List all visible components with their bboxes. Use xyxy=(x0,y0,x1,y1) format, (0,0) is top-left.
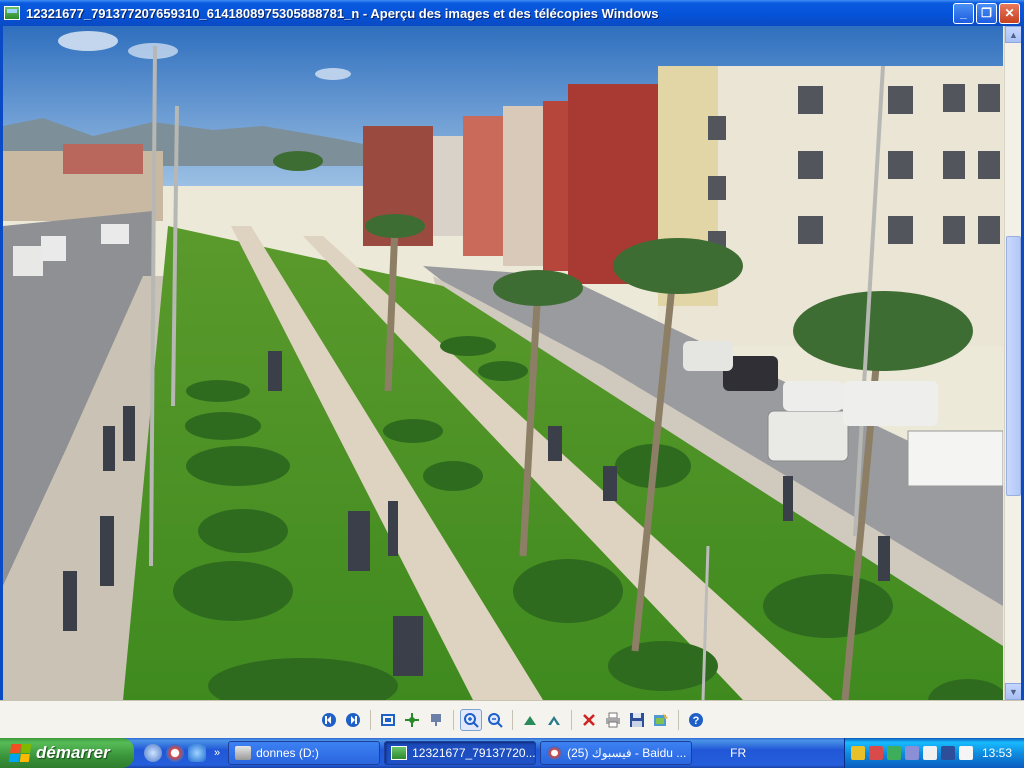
image-viewer-icon xyxy=(4,6,20,20)
clock[interactable]: 13:53 xyxy=(982,746,1012,760)
connection-icon[interactable] xyxy=(887,746,901,760)
best-fit-icon xyxy=(380,713,395,726)
zoom-in-icon xyxy=(463,712,479,728)
actual-size-button[interactable] xyxy=(401,709,423,731)
image-viewer-icon xyxy=(391,746,408,760)
zoom-in-button[interactable] xyxy=(459,708,482,731)
slideshow-icon xyxy=(430,713,441,726)
zoom-out-icon xyxy=(487,712,503,728)
scroll-down-button[interactable]: ▼ xyxy=(1005,683,1022,700)
edit-icon xyxy=(653,712,668,726)
language-indicator[interactable]: FR xyxy=(730,746,746,760)
maximize-button[interactable]: ❐ xyxy=(976,2,997,24)
help-button[interactable]: ? xyxy=(685,709,707,731)
close-button[interactable]: ✕ xyxy=(999,2,1020,24)
best-fit-button[interactable] xyxy=(377,709,399,731)
image-viewport[interactable] xyxy=(3,26,1003,700)
network-icon[interactable] xyxy=(869,746,883,760)
task-label: donnes (D:) xyxy=(256,746,319,760)
rotate-counterclockwise-button[interactable] xyxy=(543,709,565,731)
scroll-up-button[interactable]: ▲ xyxy=(1005,26,1022,43)
drive-icon xyxy=(235,746,252,760)
previous-icon xyxy=(321,712,336,727)
start-button[interactable]: démarrer xyxy=(0,738,134,768)
help-icon: ? xyxy=(688,712,703,727)
window-title: 12321677_791377207659310_614180897530588… xyxy=(26,5,659,21)
street-photo xyxy=(3,26,1003,700)
browser-icon[interactable] xyxy=(166,744,184,762)
toolbar-separator xyxy=(511,709,513,730)
svg-text:?: ? xyxy=(692,715,699,727)
browser-icon xyxy=(547,746,563,760)
print-button[interactable] xyxy=(602,709,624,731)
next-image-button[interactable] xyxy=(342,709,364,731)
edit-button[interactable] xyxy=(650,709,672,731)
taskbar: démarrer » donnes (D:) 12321677_79137720… xyxy=(0,738,1024,768)
previous-image-button[interactable] xyxy=(318,709,340,731)
antivirus-icon[interactable] xyxy=(905,746,919,760)
toolbar-separator xyxy=(369,709,371,730)
viewer-toolbar: ? xyxy=(0,700,1024,738)
display-icon[interactable] xyxy=(941,746,955,760)
slideshow-button[interactable] xyxy=(425,709,447,731)
start-label: démarrer xyxy=(36,743,110,762)
delete-icon xyxy=(582,713,595,726)
windows-logo-icon xyxy=(8,744,32,762)
internet-explorer-icon[interactable] xyxy=(188,744,206,762)
rotate-clockwise-button[interactable] xyxy=(519,709,541,731)
security-shield-icon[interactable] xyxy=(851,746,865,760)
quick-launch: » xyxy=(144,744,224,762)
task-label: (25) فيسبوك - Baidu ... xyxy=(567,746,687,760)
update-icon[interactable] xyxy=(959,746,973,760)
volume-icon[interactable] xyxy=(923,746,937,760)
scroll-thumb[interactable] xyxy=(1006,236,1021,496)
system-tray: 13:53 xyxy=(844,738,1024,768)
zoom-out-button[interactable] xyxy=(484,709,506,731)
task-drive[interactable]: donnes (D:) xyxy=(228,741,381,765)
desktop-icon[interactable] xyxy=(144,744,162,762)
save-button[interactable] xyxy=(626,709,648,731)
chevron-right-icon[interactable]: » xyxy=(214,747,220,759)
save-icon xyxy=(629,712,644,727)
next-icon xyxy=(345,712,360,727)
toolbar-separator xyxy=(677,709,679,730)
task-image-viewer[interactable]: 12321677_79137720... xyxy=(384,741,537,765)
rotate-clockwise-icon xyxy=(523,715,536,725)
task-label: 12321677_79137720... xyxy=(412,746,536,760)
title-bar[interactable]: 12321677_791377207659310_614180897530588… xyxy=(0,0,1024,26)
vertical-scrollbar[interactable]: ▲ ▼ xyxy=(1004,26,1022,700)
toolbar-separator xyxy=(452,709,454,730)
delete-button[interactable] xyxy=(578,709,600,731)
minimize-button[interactable]: _ xyxy=(953,2,974,24)
actual-size-icon xyxy=(404,712,419,727)
rotate-counterclockwise-icon xyxy=(547,715,560,725)
print-icon xyxy=(605,712,620,727)
task-browser[interactable]: (25) فيسبوك - Baidu ... xyxy=(540,741,693,765)
toolbar-separator xyxy=(570,709,572,730)
